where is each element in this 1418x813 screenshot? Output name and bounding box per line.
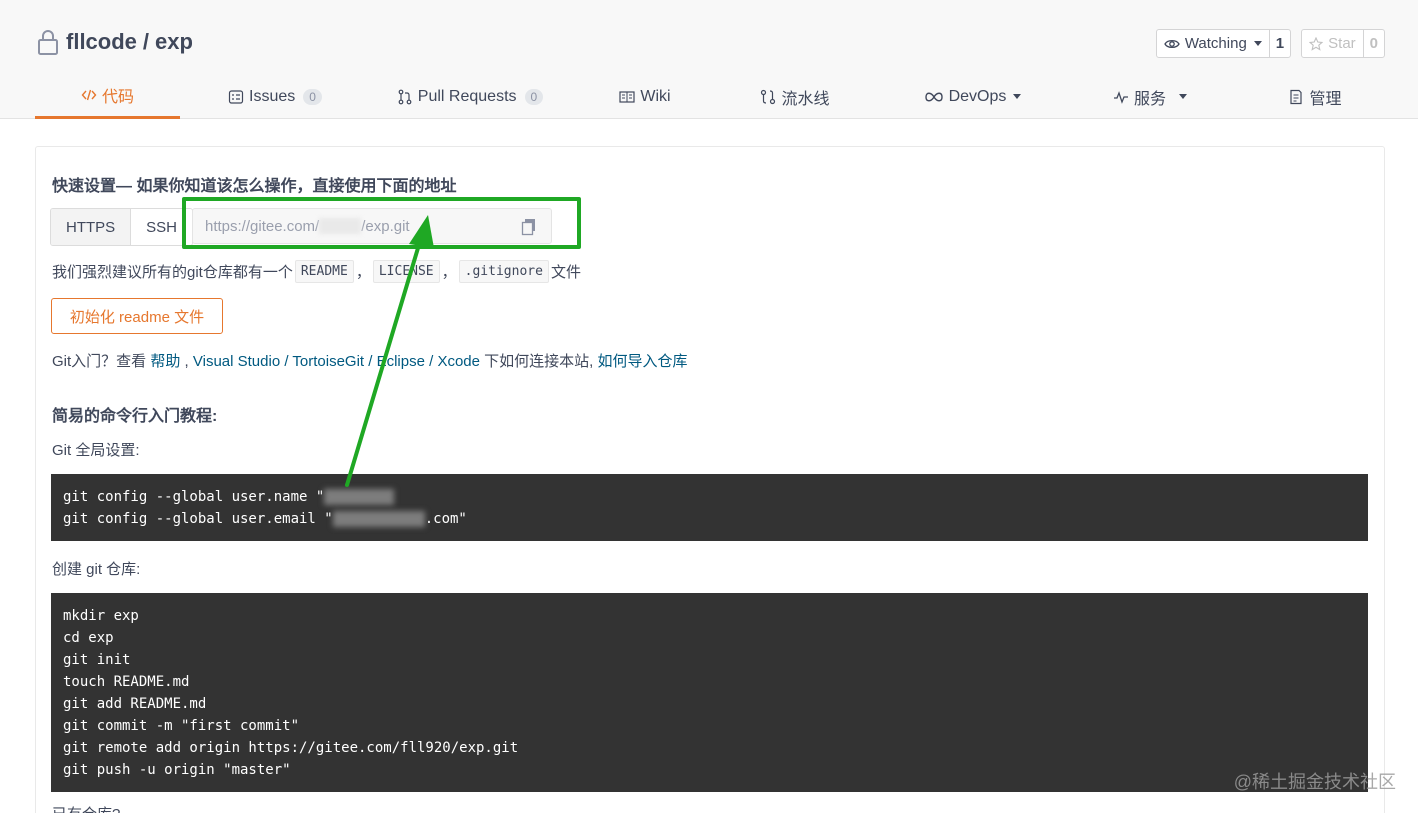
pull-request-icon: [398, 89, 412, 104]
code-line: git config --global user.name ": [63, 489, 325, 505]
tab-label: 流水线: [781, 90, 830, 108]
separator: ，: [355, 263, 371, 281]
create-repo-code: mkdir exp cd exp git init touch README.md gi…: [51, 593, 1368, 792]
tab-label: 服务: [1133, 90, 1166, 108]
code-line: git push -u origin "master": [63, 762, 291, 778]
star-button-group: Star 0: [1301, 29, 1385, 58]
recommend-prefix: 我们强烈建议所有的git仓库都有一个: [52, 263, 293, 281]
gitignore-chip: .gitignore: [458, 259, 549, 283]
eye-icon: [1164, 39, 1180, 48]
star-icon: [1309, 36, 1324, 51]
separator: ，: [441, 263, 457, 281]
pipeline-icon: [761, 89, 776, 104]
tab-label: DevOps: [948, 87, 1007, 105]
tab-label: 管理: [1309, 90, 1342, 108]
recommend-suffix: 文件: [550, 263, 581, 281]
help-prefix: Git入门？查看: [52, 353, 151, 370]
code-line: .com": [424, 511, 467, 527]
code-line: git remote add origin https://gitee.com/…: [63, 740, 519, 756]
repo-owner[interactable]: fllcode: [66, 29, 137, 55]
tutorial-title: 简易的命令行入门教程:: [52, 408, 218, 425]
help-middle: 下如何连接本站,: [479, 353, 598, 370]
global-settings-label: Git 全局设置:: [52, 442, 140, 459]
pull-requests-count-badge: 0: [524, 88, 544, 105]
star-label: Star: [1328, 35, 1356, 52]
watching-label: Watching: [1184, 35, 1247, 52]
manage-icon: [1290, 89, 1303, 104]
code-line: git add README.md: [63, 696, 207, 712]
star-count[interactable]: 0: [1364, 30, 1384, 57]
tab-label: Issues: [249, 87, 296, 105]
redacted-name: [324, 489, 395, 505]
recommend-text: 我们强烈建议所有的git仓库都有一个 README ， LICENSE ， .g…: [52, 258, 581, 284]
https-button[interactable]: HTTPS: [51, 209, 132, 245]
url-highlight-box: [182, 197, 581, 249]
lock-icon: [38, 30, 58, 55]
existing-repo-label: 已有仓库?: [52, 803, 120, 813]
repo-actions: Watching 1 Star 0: [1155, 29, 1385, 58]
license-chip: LICENSE: [372, 259, 440, 283]
tab-pull-requests[interactable]: Pull Requests 0: [390, 74, 550, 119]
watermark-text: @稀土掘金技术社区: [1233, 772, 1396, 792]
repo-title: fllcode / exp: [36, 27, 193, 57]
issues-icon: [228, 89, 244, 104]
chevron-down-icon: [1179, 94, 1187, 99]
global-config-code: git config --global user.name " git conf…: [51, 474, 1368, 541]
readme-chip: README: [294, 259, 354, 283]
code-line: touch README.md: [63, 674, 190, 690]
tab-label: Pull Requests: [417, 87, 517, 105]
code-line: git config --global user.email ": [63, 511, 333, 527]
quick-setup-title: 快速设置— 如果你知道该怎么操作，直接使用下面的地址: [52, 178, 457, 195]
chevron-down-icon: [1253, 41, 1262, 46]
tools-link[interactable]: Visual Studio / TortoiseGit / Eclipse / …: [193, 353, 480, 370]
watch-button-group: Watching 1: [1155, 29, 1292, 58]
repo-separator: /: [142, 29, 150, 54]
chevron-down-icon: [1013, 94, 1022, 99]
tab-devops[interactable]: DevOps: [915, 74, 1030, 119]
code-icon: [81, 89, 97, 101]
tab-wiki[interactable]: Wiki: [605, 74, 685, 119]
tab-manage[interactable]: 管理: [1280, 74, 1350, 119]
tab-code[interactable]: 代码: [35, 74, 180, 119]
repo-name[interactable]: exp: [155, 29, 193, 55]
issues-count-badge: 0: [303, 88, 322, 105]
tab-label: 代码: [101, 89, 134, 106]
init-readme-button[interactable]: 初始化 readme 文件: [51, 298, 223, 334]
watching-button[interactable]: Watching: [1157, 30, 1270, 57]
watching-count[interactable]: 1: [1270, 30, 1290, 57]
pulse-icon: [1113, 90, 1128, 104]
help-sep: ,: [180, 353, 193, 370]
import-repo-link[interactable]: 如何导入仓库: [598, 353, 688, 370]
infinity-icon: [924, 92, 943, 101]
help-line: Git入门？查看 帮助 , Visual Studio / TortoiseGi…: [52, 350, 688, 371]
wiki-icon: [619, 90, 635, 103]
tab-issues[interactable]: Issues 0: [220, 74, 330, 119]
protocol-switch: HTTPS SSH: [50, 208, 194, 246]
redacted-email: [332, 511, 425, 527]
repo-tabs: 代码 Issues 0 Pull Requests 0 Wiki 流水线 Dev…: [35, 74, 1383, 119]
help-link[interactable]: 帮助: [150, 353, 180, 370]
create-repo-label: 创建 git 仓库:: [52, 561, 141, 578]
code-line: cd exp: [63, 630, 114, 646]
code-line: git init: [63, 652, 131, 668]
tab-pipeline[interactable]: 流水线: [750, 74, 840, 119]
repo-header: fllcode / exp Watching 1 Star 0 代码 Issue…: [0, 0, 1418, 119]
code-line: mkdir exp: [63, 608, 139, 624]
star-button[interactable]: Star: [1302, 30, 1364, 57]
tab-label: Wiki: [640, 87, 671, 105]
code-line: git commit -m "first commit": [63, 718, 300, 734]
tab-services[interactable]: 服务: [1105, 74, 1195, 119]
